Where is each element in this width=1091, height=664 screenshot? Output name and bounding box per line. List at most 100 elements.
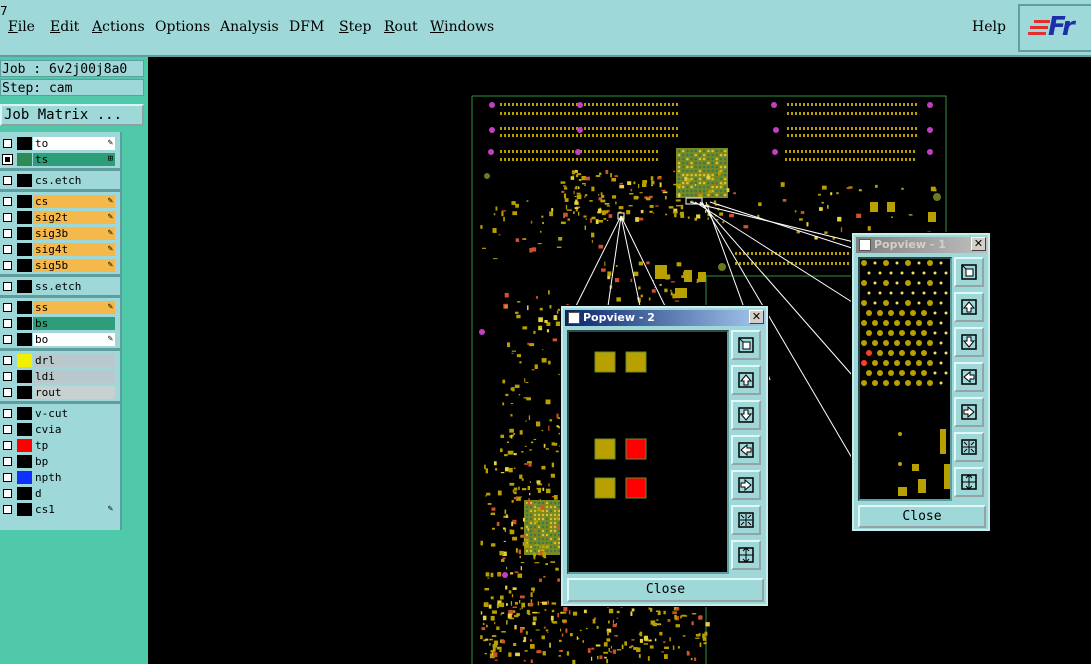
layer-row-ldi[interactable]: ldi [0, 369, 118, 384]
layer-name[interactable]: cs.etch [33, 174, 115, 187]
layer-checkbox[interactable] [3, 388, 12, 397]
layer-color-swatch[interactable] [17, 227, 32, 240]
popview-2-zoom-in-button[interactable] [731, 540, 761, 570]
popview-1-pan-right-button[interactable] [954, 397, 984, 427]
menu-options[interactable]: Options [155, 19, 210, 35]
job-matrix-button[interactable]: Job Matrix ... [0, 104, 144, 126]
popview-2-titlebar[interactable]: Popview - 2 [565, 310, 765, 326]
menu-edit[interactable]: Edit [50, 19, 79, 35]
popview-2-pan-left-button[interactable] [731, 435, 761, 465]
layer-row-npth[interactable]: npth [0, 470, 118, 485]
layer-name[interactable]: drl [33, 354, 115, 367]
layer-color-swatch[interactable] [17, 407, 32, 420]
popview-1-pan-up-button[interactable] [954, 292, 984, 322]
layer-name[interactable]: ss ✎ [33, 301, 115, 314]
layer-row-tp[interactable]: tp [0, 438, 118, 453]
popview-1-pan-down-button[interactable] [954, 327, 984, 357]
layer-color-swatch[interactable] [17, 317, 32, 330]
menu-step[interactable]: Step [339, 19, 371, 35]
menu-file[interactable]: File [8, 19, 35, 35]
layer-checkbox[interactable] [3, 229, 12, 238]
layer-color-swatch[interactable] [17, 259, 32, 272]
layer-name[interactable]: v-cut [33, 407, 115, 420]
layer-color-swatch[interactable] [17, 455, 32, 468]
popview-2-view[interactable] [567, 330, 729, 574]
layer-color-swatch[interactable] [17, 137, 32, 150]
layer-color-swatch[interactable] [17, 471, 32, 484]
layer-color-swatch[interactable] [17, 354, 32, 367]
layer-row-bp[interactable]: bp [0, 454, 118, 469]
layer-row-cvia[interactable]: cvia [0, 422, 118, 437]
layer-checkbox[interactable] [3, 372, 12, 381]
layer-row-cs.etch[interactable]: cs.etch [0, 173, 118, 188]
layer-checkbox[interactable] [3, 356, 12, 365]
layer-color-swatch[interactable] [17, 174, 32, 187]
layer-row-ss.etch[interactable]: ss.etch [0, 279, 118, 294]
layer-row-sig3b[interactable]: sig3b ✎ [0, 226, 118, 241]
layer-checkbox[interactable] [3, 457, 12, 466]
layer-name[interactable]: ldi [33, 370, 115, 383]
popview-2-close-button[interactable]: Close [567, 578, 764, 602]
layer-name[interactable]: to ✎ [33, 137, 115, 150]
layer-row-cs[interactable]: cs ✎ [0, 194, 118, 209]
layer-checkbox[interactable] [3, 303, 12, 312]
popview-2-pan-up-button[interactable] [731, 365, 761, 395]
layer-color-swatch[interactable] [17, 439, 32, 452]
layer-name[interactable]: sig2t ✎ [33, 211, 115, 224]
layer-checkbox[interactable] [3, 139, 12, 148]
menu-analysis[interactable]: Analysis [220, 19, 279, 35]
layer-color-swatch[interactable] [17, 386, 32, 399]
popview-2-zoom-fit-button[interactable] [731, 330, 761, 360]
layer-row-d[interactable]: d [0, 486, 118, 501]
popview-2-zoom-out-button[interactable] [731, 505, 761, 535]
layer-row-bo[interactable]: bo ✎ [0, 332, 118, 347]
layer-checkbox[interactable] [3, 197, 12, 206]
layer-color-swatch[interactable] [17, 195, 32, 208]
layer-row-bs[interactable]: bs [0, 316, 118, 331]
layer-name[interactable]: bp [33, 455, 115, 468]
layer-checkbox[interactable] [3, 489, 12, 498]
popview-1-pan-left-button[interactable] [954, 362, 984, 392]
layer-checkbox[interactable] [3, 319, 12, 328]
layer-row-v-cut[interactable]: v-cut [0, 406, 118, 421]
popview-2-pan-down-button[interactable] [731, 400, 761, 430]
layer-row-to[interactable]: to ✎ [0, 136, 118, 151]
layer-row-ts[interactable]: ts ⊞ [0, 152, 118, 167]
layer-row-sig5b[interactable]: sig5b ✎ [0, 258, 118, 273]
popview-1-zoom-fit-button[interactable] [954, 257, 984, 287]
layer-name[interactable]: tp [33, 439, 115, 452]
layer-color-swatch[interactable] [17, 280, 32, 293]
layer-row-drl[interactable]: drl [0, 353, 118, 368]
layer-color-swatch[interactable] [17, 503, 32, 516]
layer-row-ss[interactable]: ss ✎ [0, 300, 118, 315]
layer-checkbox[interactable] [3, 282, 12, 291]
layer-checkbox[interactable] [3, 176, 12, 185]
layer-name[interactable]: bs [33, 317, 115, 330]
layer-checkbox[interactable] [3, 473, 12, 482]
layer-row-sig4t[interactable]: sig4t ✎ [0, 242, 118, 257]
popview-1-zoom-out-button[interactable] [954, 432, 984, 462]
layer-name[interactable]: sig3b ✎ [33, 227, 115, 240]
layer-name[interactable]: d [33, 487, 115, 500]
layer-name[interactable]: rout [33, 386, 115, 399]
layer-checkbox[interactable] [3, 261, 12, 270]
popview-1-close-button[interactable]: Close [858, 505, 986, 528]
layer-color-swatch[interactable] [17, 423, 32, 436]
close-icon[interactable]: ✕ [749, 310, 764, 324]
layer-name[interactable]: cs ✎ [33, 195, 115, 208]
layer-name[interactable]: ss.etch [33, 280, 115, 293]
layer-color-swatch[interactable] [17, 301, 32, 314]
layer-row-sig2t[interactable]: sig2t ✎ [0, 210, 118, 225]
layer-color-swatch[interactable] [17, 211, 32, 224]
layer-name[interactable]: ts ⊞ [33, 153, 115, 166]
layer-color-swatch[interactable] [17, 333, 32, 346]
layer-row-rout[interactable]: rout [0, 385, 118, 400]
popview-1-zoom-in-button[interactable] [954, 467, 984, 497]
layer-checkbox[interactable] [3, 441, 12, 450]
menu-rout[interactable]: Rout [384, 19, 418, 35]
popview-1-titlebar[interactable]: Popview - 1 [856, 237, 987, 253]
menu-help[interactable]: Help [972, 19, 1006, 35]
layer-checkbox[interactable] [3, 335, 12, 344]
layer-checkbox[interactable] [3, 245, 12, 254]
layer-checkbox[interactable] [3, 409, 12, 418]
